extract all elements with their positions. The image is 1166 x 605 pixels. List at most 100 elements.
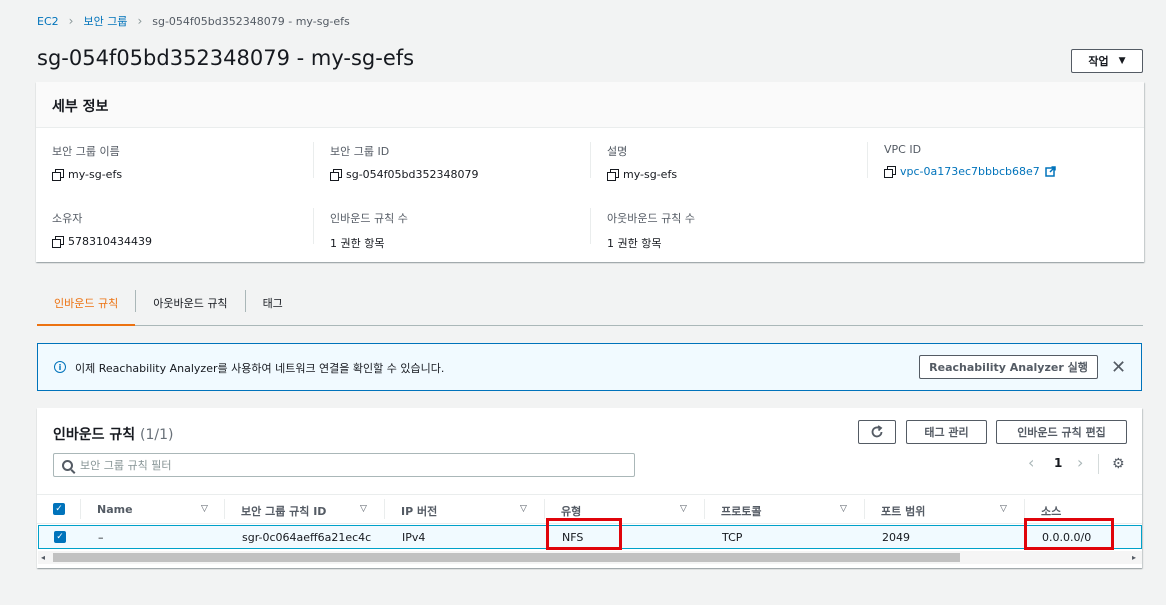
- sort-icon[interactable]: ▽: [680, 504, 687, 514]
- field-value: my-sg-efs: [623, 168, 678, 181]
- col-protocol[interactable]: 프로토콜: [721, 503, 761, 519]
- copy-icon[interactable]: [52, 236, 64, 248]
- highlight-box-type: [546, 518, 622, 550]
- field-sg-name: 보안 그룹 이름 my-sg-efs: [52, 143, 122, 181]
- divider: [313, 142, 314, 178]
- page-number[interactable]: 1: [1054, 456, 1062, 470]
- info-banner: i 이제 Reachability Analyzer를 사용하여 네트워크 연결…: [37, 343, 1142, 391]
- divider: [80, 499, 81, 519]
- caret-down-icon: ▼: [1118, 56, 1126, 66]
- field-label: 설명: [607, 145, 628, 158]
- col-port-range[interactable]: 포트 범위: [881, 503, 925, 519]
- copy-icon[interactable]: [884, 166, 896, 178]
- vpc-link[interactable]: vpc-0a173ec7bbbcb68e7: [900, 165, 1040, 178]
- rules-title: 인바운드 규칙 (1/1): [53, 424, 174, 444]
- field-value: 1 권한 항목: [330, 237, 385, 250]
- field-outbound-count: 아웃바운드 규칙 수 1 권한 항목: [607, 210, 695, 251]
- reachability-analyzer-button[interactable]: Reachability Analyzer 실행: [919, 355, 1098, 379]
- field-inbound-count: 인바운드 규칙 수 1 권한 항목: [330, 210, 408, 251]
- divider: [313, 208, 314, 244]
- rules-title-text: 인바운드 규칙: [53, 427, 136, 443]
- copy-icon[interactable]: [330, 169, 342, 181]
- sort-icon[interactable]: ▽: [201, 504, 208, 514]
- sort-icon[interactable]: ▽: [520, 504, 527, 514]
- info-text: 이제 Reachability Analyzer를 사용하여 네트워크 연결을 …: [75, 362, 445, 375]
- divider: [867, 142, 868, 178]
- highlight-box-source: [1024, 518, 1114, 550]
- divider: [590, 208, 591, 244]
- copy-icon[interactable]: [52, 169, 64, 181]
- sort-icon[interactable]: ▽: [840, 504, 847, 514]
- tab-outbound-rules[interactable]: 아웃바운드 규칙: [136, 290, 244, 326]
- col-ip-version[interactable]: IP 버전: [401, 503, 437, 519]
- external-link-icon[interactable]: [1045, 166, 1056, 177]
- field-description: 설명 my-sg-efs: [607, 143, 677, 181]
- actions-button[interactable]: 작업 ▼: [1071, 49, 1143, 73]
- col-rule-id[interactable]: 보안 그룹 규칙 ID: [241, 503, 326, 519]
- chevron-right-icon: ›: [68, 14, 74, 28]
- copy-icon[interactable]: [607, 169, 619, 181]
- breadcrumb-ec2[interactable]: EC2: [37, 15, 59, 28]
- inbound-rules-panel: 인바운드 규칙 (1/1) 태그 관리 인바운드 규칙 편집 보안 그룹 규칙 …: [37, 408, 1142, 568]
- manage-tags-button[interactable]: 태그 관리: [906, 420, 987, 444]
- field-label: 아웃바운드 규칙 수: [607, 212, 695, 225]
- chevron-left-icon[interactable]: ‹: [1028, 453, 1034, 472]
- field-value: my-sg-efs: [68, 168, 123, 181]
- chevron-right-icon[interactable]: ›: [1077, 453, 1083, 472]
- details-header: 세부 정보: [36, 82, 1144, 128]
- tab-bar: 인바운드 규칙 아웃바운드 규칙 태그: [37, 290, 1143, 326]
- field-label: 보안 그룹 이름: [52, 145, 120, 158]
- field-sg-id: 보안 그룹 ID sg-054f05bd352348079: [330, 143, 479, 181]
- field-value: sg-054f05bd352348079: [346, 168, 479, 181]
- cell-port-range: 2049: [882, 531, 910, 544]
- cell-rule-id: sgr-0c064aeff6a21ec4c: [242, 531, 372, 544]
- tab-tags[interactable]: 태그: [246, 290, 300, 326]
- search-icon: [62, 459, 73, 471]
- breadcrumb-security-groups[interactable]: 보안 그룹: [83, 13, 127, 29]
- info-icon: i: [54, 361, 66, 373]
- row-checkbox[interactable]: ✓: [54, 531, 66, 543]
- divider: [384, 499, 385, 519]
- cell-ip-version: IPv4: [402, 531, 426, 544]
- field-owner: 소유자 578310434439: [52, 210, 152, 248]
- divider: [864, 499, 865, 519]
- field-vpc-id: VPC ID vpc-0a173ec7bbbcb68e7: [884, 143, 1056, 178]
- breadcrumb-current: sg-054f05bd352348079 - my-sg-efs: [152, 14, 350, 28]
- refresh-button[interactable]: [858, 420, 896, 444]
- col-type[interactable]: 유형: [561, 503, 581, 519]
- chevron-right-icon: ›: [137, 14, 143, 28]
- breadcrumb: EC2 › 보안 그룹 › sg-054f05bd352348079 - my-…: [37, 13, 350, 29]
- rules-count: (1/1): [140, 427, 174, 443]
- divider: [1024, 499, 1025, 519]
- sort-icon[interactable]: ▽: [360, 504, 367, 514]
- edit-inbound-rules-button[interactable]: 인바운드 규칙 편집: [996, 420, 1127, 444]
- scrollbar-thumb[interactable]: [53, 553, 960, 562]
- divider: [1098, 454, 1099, 474]
- refresh-icon: [871, 425, 883, 438]
- field-label: 소유자: [52, 212, 83, 225]
- sort-icon[interactable]: ▽: [1000, 504, 1007, 514]
- field-label: VPC ID: [884, 143, 922, 156]
- horizontal-scrollbar[interactable]: ◂ ▸: [38, 551, 1142, 564]
- details-panel: 세부 정보 보안 그룹 이름 my-sg-efs 보안 그룹 ID sg-054…: [36, 82, 1144, 262]
- divider: [704, 499, 705, 519]
- field-label: 보안 그룹 ID: [330, 145, 390, 158]
- cell-protocol: TCP: [722, 531, 743, 544]
- scroll-left-icon[interactable]: ◂: [41, 553, 45, 562]
- gear-icon[interactable]: ⚙: [1112, 456, 1125, 472]
- cell-name: –: [98, 531, 104, 544]
- divider: [544, 499, 545, 519]
- col-name[interactable]: Name: [97, 503, 133, 516]
- field-value: 578310434439: [68, 235, 152, 248]
- close-icon[interactable]: ✕: [1111, 357, 1126, 378]
- divider: [224, 499, 225, 519]
- search-placeholder: 보안 그룹 규칙 필터: [80, 459, 172, 472]
- search-input[interactable]: 보안 그룹 규칙 필터: [53, 453, 635, 477]
- divider: [590, 142, 591, 178]
- col-source[interactable]: 소스: [1041, 503, 1061, 519]
- actions-label: 작업: [1088, 55, 1109, 68]
- scroll-right-icon[interactable]: ▸: [1132, 553, 1136, 562]
- field-value: 1 권한 항목: [607, 237, 662, 250]
- select-all-checkbox[interactable]: ✓: [53, 503, 65, 515]
- tab-inbound-rules[interactable]: 인바운드 규칙: [37, 290, 136, 326]
